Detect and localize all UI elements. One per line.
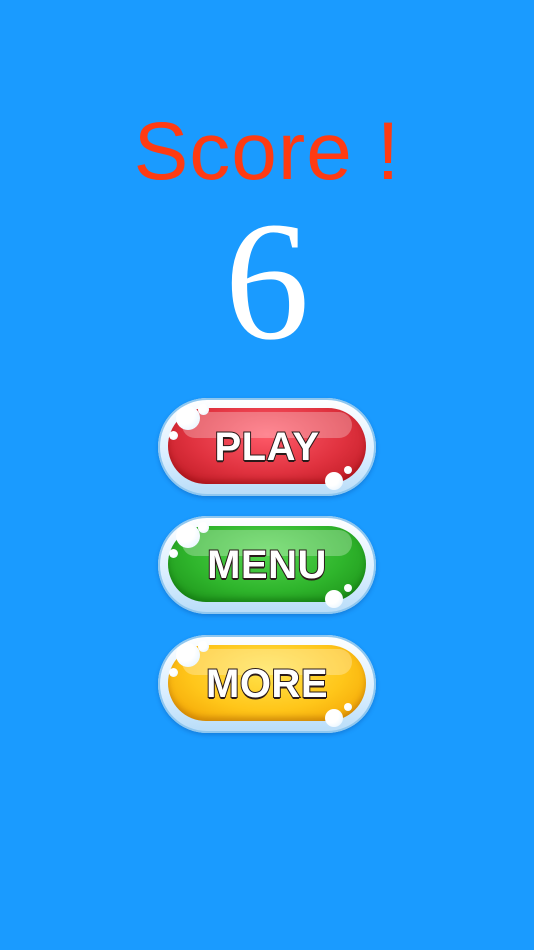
more-button[interactable]: MORE [158, 635, 376, 733]
menu-button[interactable]: MENU [158, 516, 376, 614]
menu-button-label: MENU [206, 542, 327, 588]
score-value: 6 [224, 187, 310, 375]
play-button-label: PLAY [213, 424, 320, 470]
play-button[interactable]: PLAY [158, 398, 376, 496]
score-title: Score ! [133, 106, 401, 197]
more-button-label: MORE [205, 661, 329, 707]
